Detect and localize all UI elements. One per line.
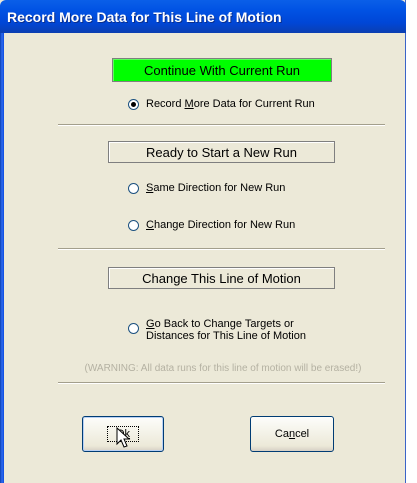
dialog-window: Record More Data for This Line of Motion… <box>0 0 406 483</box>
separator-3 <box>58 382 385 384</box>
mouse-pointer-icon <box>116 427 131 448</box>
line-of-motion-section-header: Change This Line of Motion <box>108 267 335 289</box>
cancel-button[interactable]: Cancel <box>250 416 334 452</box>
change-direction-label: Change Direction for New Run <box>146 219 296 231</box>
go-back-label: Go Back to Change Targets or Distances fo… <box>146 318 306 342</box>
radio-unselected-icon[interactable] <box>128 220 139 231</box>
same-direction-label: Same Direction for New Run <box>146 182 286 194</box>
warning-text: (WARNING: All data runs for this line of… <box>84 363 362 374</box>
change-direction-radio[interactable]: Change Direction for New Run <box>128 219 295 231</box>
separator-2 <box>58 248 385 250</box>
same-direction-radio[interactable]: Same Direction for New Run <box>128 182 285 194</box>
title-bar[interactable]: Record More Data for This Line of Motion <box>0 0 406 33</box>
separator-1 <box>58 124 385 126</box>
record-more-data-label: Record More Data for Current Run <box>146 98 315 110</box>
radio-unselected-icon[interactable] <box>128 183 139 194</box>
window-title: Record More Data for This Line of Motion <box>7 9 282 25</box>
continue-current-run-label: Continue With Current Run <box>143 62 301 78</box>
cancel-label: Cancel <box>274 428 310 440</box>
go-back-change-targets-radio[interactable]: Go Back to Change Targets or Distances fo… <box>128 318 306 342</box>
radio-selected-icon[interactable] <box>128 99 139 110</box>
record-more-data-radio[interactable]: Record More Data for Current Run <box>128 98 315 110</box>
continue-current-run-button[interactable]: Continue With Current Run <box>112 58 332 82</box>
window-frame-left <box>0 33 4 483</box>
new-run-section-header: Ready to Start a New Run <box>108 141 335 163</box>
radio-unselected-icon[interactable] <box>128 323 139 334</box>
